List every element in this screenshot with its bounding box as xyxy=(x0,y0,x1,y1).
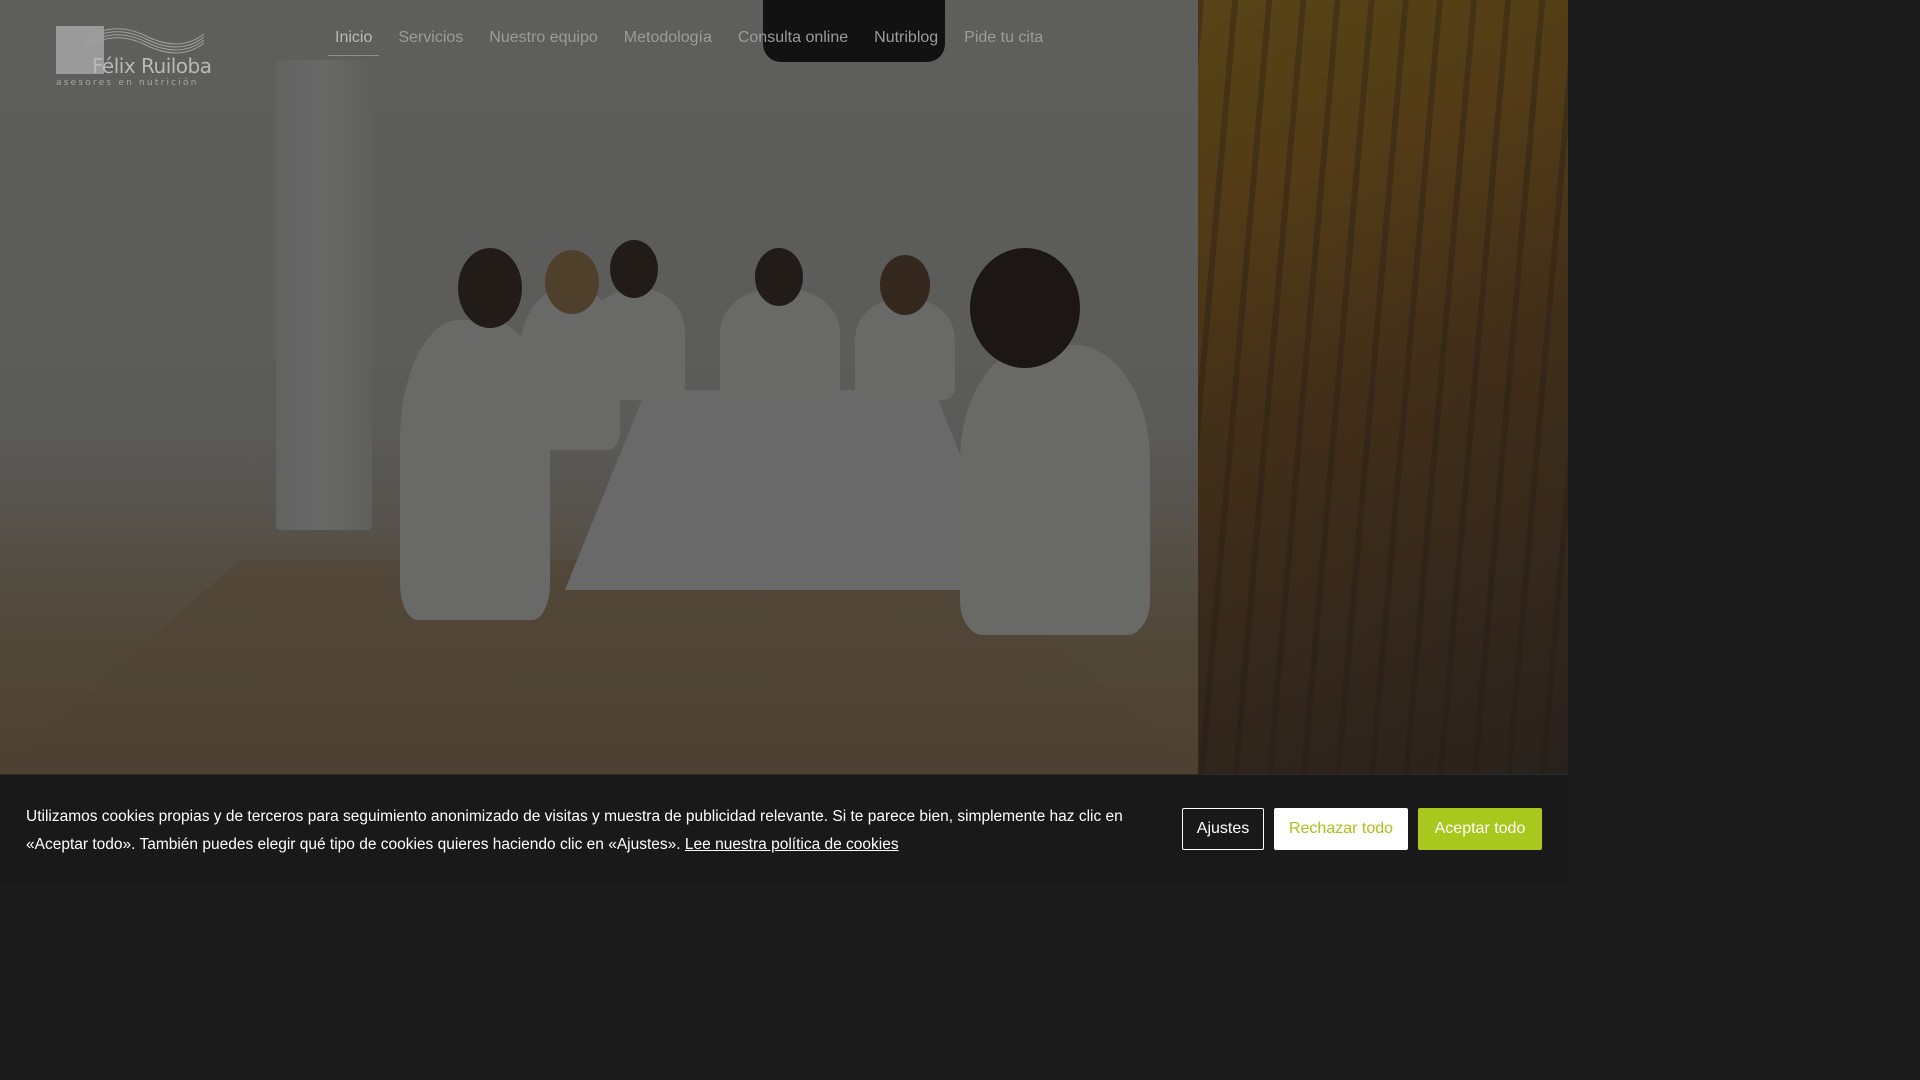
cookie-text: Utilizamos cookies propias y de terceros… xyxy=(26,803,1146,859)
logo[interactable]: Félix Ruiloba asesores en nutrición xyxy=(56,24,212,90)
logo-tagline: asesores en nutrición xyxy=(56,78,199,88)
cookie-banner: Utilizamos cookies propias y de terceros… xyxy=(0,774,1568,882)
nav-item-nuestro-equipo[interactable]: Nuestro equipo xyxy=(476,26,611,56)
nav-item-servicios[interactable]: Servicios xyxy=(385,26,476,56)
nav-item-nutriblog[interactable]: Nutriblog xyxy=(861,26,951,56)
nav-item-metodologia[interactable]: Metodología xyxy=(611,26,725,56)
logo-name: Félix Ruiloba xyxy=(92,54,212,78)
nav-item-consulta-online[interactable]: Consulta online xyxy=(725,26,861,56)
cookie-policy-link[interactable]: Lee nuestra política de cookies xyxy=(685,836,899,853)
hero-image xyxy=(0,0,1568,774)
dark-overlay xyxy=(0,0,1568,774)
main-nav: Inicio Servicios Nuestro equipo Metodolo… xyxy=(322,26,1056,56)
cookie-buttons: Ajustes Rechazar todo Aceptar todo xyxy=(1182,808,1542,850)
nav-item-pide-tu-cita[interactable]: Pide tu cita xyxy=(951,26,1056,56)
nav-item-inicio[interactable]: Inicio xyxy=(322,26,385,56)
cookie-message: Utilizamos cookies propias y de terceros… xyxy=(26,808,1123,853)
cookie-settings-button[interactable]: Ajustes xyxy=(1182,808,1264,850)
reject-all-button[interactable]: Rechazar todo xyxy=(1274,808,1408,850)
accept-all-button[interactable]: Aceptar todo xyxy=(1418,808,1542,850)
